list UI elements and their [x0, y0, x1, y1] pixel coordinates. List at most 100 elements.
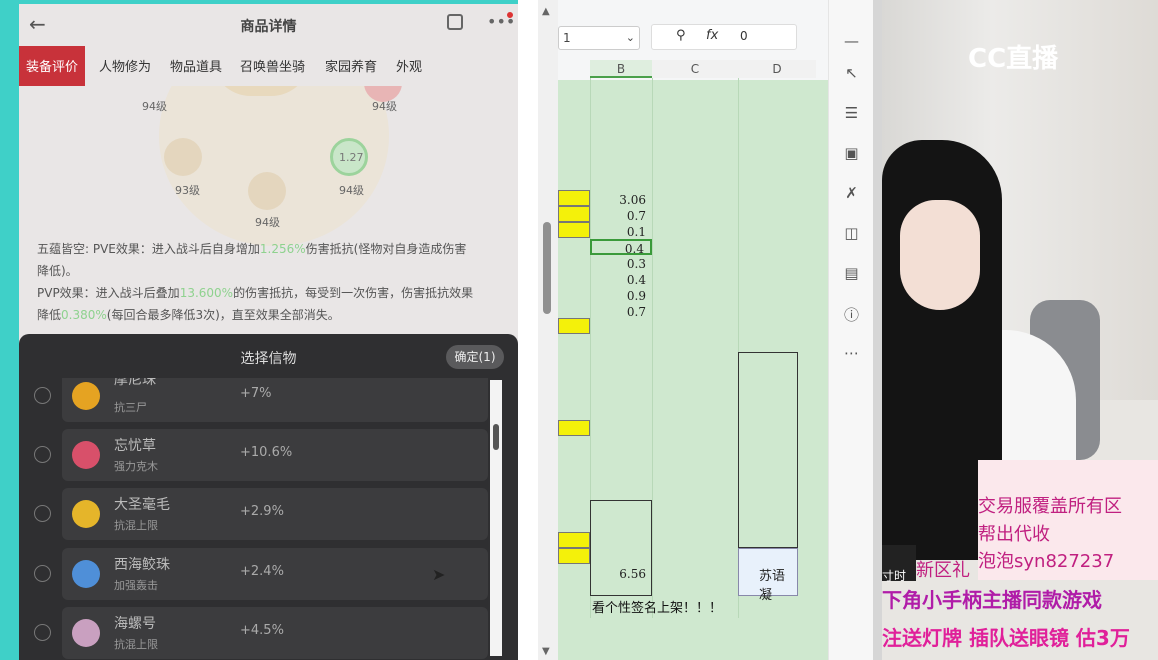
scroll-down-icon[interactable]: ▼	[542, 646, 550, 657]
equipment-content: 94级 94级 1.27 93级 94级 94级 五蕴皆空: PVE效果：进入战…	[19, 86, 518, 336]
selected-cell[interactable]: 0.4	[590, 239, 652, 256]
item-icon	[72, 619, 100, 647]
transform-icon[interactable]: ▣	[829, 144, 874, 162]
radio-button[interactable]	[34, 624, 51, 641]
overlay-box: 寸时	[882, 545, 916, 583]
list-scrollbar-thumb[interactable]	[493, 424, 499, 450]
minimize-icon[interactable]: —	[829, 32, 874, 50]
mouse-cursor-icon: ➤	[432, 565, 446, 584]
item-name: 西海鲛珠	[114, 557, 170, 573]
ticker-line: 下角小手柄主播同款游戏	[882, 588, 1102, 612]
cell[interactable]: 6.56	[590, 566, 652, 582]
effect-description: 降低)。	[37, 264, 78, 278]
yellow-cell	[558, 420, 590, 436]
tab-equipment[interactable]: 装备评价	[19, 46, 86, 86]
list-item[interactable]: 海螺号 抗混上限 +4.5%	[34, 607, 488, 659]
list-item[interactable]: 大圣毫毛 抗混上限 +2.9%	[34, 488, 488, 540]
vertical-scrollbar-thumb[interactable]	[543, 222, 551, 314]
zoom-icon[interactable]: ⚲	[676, 28, 686, 43]
banner-line: 帮出代收	[978, 524, 1050, 545]
fx-icon[interactable]: fx	[706, 28, 718, 43]
item-icon	[72, 500, 100, 528]
item-name: 海螺号	[114, 616, 156, 632]
yellow-cell	[558, 222, 590, 238]
column-header-d[interactable]: D	[738, 60, 816, 78]
rune-node[interactable]	[248, 172, 286, 210]
item-value: +2.4%	[240, 564, 284, 579]
list-scrollbar[interactable]	[490, 380, 502, 656]
cell[interactable]: 0.4	[590, 272, 652, 288]
effect-description: 降低0.380%(每回合最多降低3次)，直至效果全部消失。	[37, 308, 340, 322]
cell[interactable]: 0.9	[590, 288, 652, 304]
comment-cell[interactable]: 苏语凝	[738, 548, 798, 603]
share-icon[interactable]	[447, 14, 463, 30]
analysis-icon[interactable]: ◫	[829, 224, 874, 242]
tab-home[interactable]: 家园养育	[325, 46, 377, 86]
cell[interactable]: 3.06	[590, 192, 652, 208]
confirm-button[interactable]: 确定(1)	[446, 345, 504, 369]
banner-line: 交易服覆盖所有区	[978, 496, 1122, 517]
node-value: 1.27	[339, 151, 364, 164]
bordered-range	[738, 352, 798, 548]
token-list: 摩尼珠 抗三尸 +7% 忘忧草 强力克木 +10.6% 大圣毫毛 抗混上限 +2…	[19, 378, 489, 660]
cc-live-logo: CC直播	[968, 44, 1059, 74]
yellow-cell	[558, 548, 590, 564]
item-value: +4.5%	[240, 623, 284, 638]
radio-button[interactable]	[34, 565, 51, 582]
tab-appearance[interactable]: 外观	[396, 46, 422, 86]
list-item[interactable]: 摩尼珠 抗三尸 +7%	[34, 378, 488, 422]
book-icon[interactable]: ▤	[829, 264, 874, 282]
cell[interactable]: 0.7	[590, 304, 652, 320]
radio-button[interactable]	[34, 446, 51, 463]
level-label: 93级	[175, 184, 200, 197]
tools-icon[interactable]: ✗	[829, 184, 874, 202]
list-item[interactable]: 西海鲛珠 加强轰击 +2.4%	[34, 548, 488, 600]
chevron-down-icon: ⌄	[625, 31, 635, 44]
cell[interactable]: 0.7	[590, 208, 652, 224]
banner-line: 泡泡syn827237	[978, 551, 1115, 572]
item-subtitle: 抗混上限	[114, 519, 158, 532]
header: ← 商品详情 •••	[19, 4, 518, 46]
yellow-cell	[558, 190, 590, 206]
adjust-icon[interactable]: ☰	[829, 104, 874, 122]
sheet-title: 选择信物	[240, 351, 297, 367]
item-subtitle: 抗混上限	[114, 638, 158, 651]
item-subtitle: 加强轰击	[114, 579, 158, 592]
formula-bar[interactable]: ⚲ fx 0	[651, 24, 797, 50]
grid-line	[652, 78, 653, 618]
scroll-up-icon[interactable]: ▲	[542, 6, 550, 17]
radio-button[interactable]	[34, 387, 51, 404]
list-item[interactable]: 忘忧草 强力克木 +10.6%	[34, 429, 488, 481]
item-name: 忘忧草	[114, 438, 156, 454]
token-select-sheet: 选择信物 确定(1) 摩尼珠 抗三尸 +7% 忘忧草 强力克木 +10.6% 大…	[19, 334, 518, 660]
rune-node[interactable]	[164, 138, 202, 176]
item-value: +7%	[240, 386, 272, 401]
item-subtitle: 强力克木	[114, 460, 158, 473]
item-value: +10.6%	[240, 445, 293, 460]
column-header-b[interactable]: B	[590, 60, 652, 78]
category-tabs: 装备评价 人物修为 物品道具 召唤兽坐骑 家园养育 外观	[19, 46, 518, 86]
rune-node-selected[interactable]: 1.27	[330, 138, 368, 176]
level-label: 94级	[339, 184, 364, 197]
column-header-c[interactable]: C	[652, 60, 738, 78]
tab-character[interactable]: 人物修为	[99, 46, 151, 86]
select-arrow-icon[interactable]: ↖	[829, 64, 874, 82]
effect-description: 五蕴皆空: PVE效果：进入战斗后自身增加1.256%伤害抵抗(怪物对自身造成伤…	[37, 242, 467, 256]
tab-items[interactable]: 物品道具	[170, 46, 222, 86]
cell[interactable]: 0.1	[590, 224, 652, 240]
item-name: 摩尼珠	[114, 378, 156, 388]
new-area-label: 新区礼	[916, 560, 970, 581]
cell[interactable]: 0.3	[590, 256, 652, 272]
item-icon	[72, 441, 100, 469]
help-icon[interactable]: ⓘ	[829, 304, 874, 325]
item-name: 大圣毫毛	[114, 497, 170, 513]
tab-pets[interactable]: 召唤兽坐骑	[240, 46, 305, 86]
window-divider	[518, 0, 538, 660]
radio-button[interactable]	[34, 505, 51, 522]
name-box[interactable]: 1 ⌄	[558, 26, 640, 50]
streamer-face	[900, 200, 980, 310]
note-cell[interactable]: 看个性签名上架！！！	[592, 597, 722, 616]
yellow-cell	[558, 532, 590, 548]
vertical-scrollbar[interactable]	[538, 0, 558, 660]
more-dots-icon[interactable]: ⋯	[829, 344, 874, 362]
